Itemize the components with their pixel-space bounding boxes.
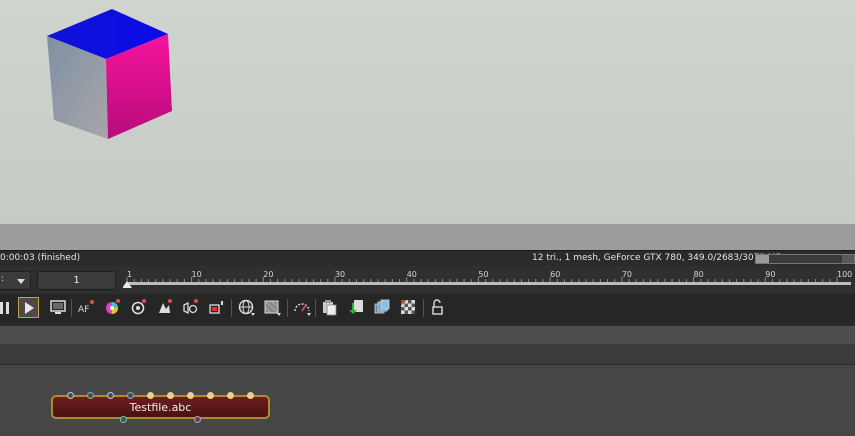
monitor-icon[interactable] — [48, 297, 68, 317]
node-input-port[interactable] — [87, 392, 94, 399]
render-icon[interactable] — [206, 297, 226, 317]
render-toolbar: AF — [0, 294, 855, 322]
timeline-tick-label: 20 — [263, 270, 273, 279]
checker-icon[interactable] — [398, 297, 418, 317]
play-button[interactable] — [18, 297, 39, 318]
timeline-tick-label: 40 — [407, 270, 417, 279]
af-icon[interactable]: AF — [76, 297, 96, 317]
alembic-node[interactable]: Testfile.abc — [51, 395, 270, 419]
timeline-tick-label: 90 — [765, 270, 775, 279]
gpu-memory-meter-end — [842, 255, 854, 263]
timeline-scrubber[interactable]: 1 10 20 30 40 50 60 70 80 90 100 — [122, 266, 855, 294]
download-icon[interactable] — [346, 297, 366, 317]
timeline-tick-label: 1 — [127, 270, 132, 279]
node-input-port[interactable] — [147, 392, 154, 399]
node-input-port[interactable] — [107, 392, 114, 399]
node-label: Testfile.abc — [129, 401, 192, 414]
camera-icon[interactable] — [128, 297, 148, 317]
render-viewport[interactable] — [0, 0, 855, 224]
node-input-port[interactable] — [127, 392, 134, 399]
status-bar: 0:00:03 (finished) 12 tri., 1 mesh, GeFo… — [0, 250, 855, 266]
timeline-ruler: 1 10 20 30 40 50 60 70 80 90 100 — [122, 270, 852, 288]
pause-icon-bar — [6, 302, 9, 314]
timeline-tick-label: 10 — [192, 270, 202, 279]
node-graph-toolbar — [0, 344, 855, 365]
texture-icon[interactable] — [262, 297, 282, 317]
node-input-port[interactable] — [67, 392, 74, 399]
node-input-port[interactable] — [167, 392, 174, 399]
svg-text:AF: AF — [78, 305, 89, 315]
panel-header — [0, 326, 855, 344]
timeline-track — [127, 282, 851, 285]
node-input-port[interactable] — [247, 392, 254, 399]
material-icon[interactable] — [180, 297, 200, 317]
pause-icon[interactable] — [0, 302, 3, 314]
cube-render — [47, 9, 172, 139]
gpu-memory-meter-fill — [756, 255, 769, 263]
play-icon — [25, 302, 34, 314]
timeline-tick-label: 100 — [837, 270, 852, 279]
scene-stats-text: 12 tri., 1 mesh, GeForce GTX 780, 349.0/… — [532, 253, 782, 263]
node-input-port[interactable] — [207, 392, 214, 399]
node-input-port[interactable] — [187, 392, 194, 399]
color-wheel-icon[interactable] — [102, 297, 122, 317]
timeline-tick-label: 50 — [478, 270, 488, 279]
speedometer-icon[interactable] — [292, 297, 312, 317]
globe-icon[interactable] — [236, 297, 256, 317]
timeline-tick-label: 80 — [694, 270, 704, 279]
timeline-tick-label: 70 — [622, 270, 632, 279]
timeline-tick-label: 30 — [335, 270, 345, 279]
node-output-port[interactable] — [194, 416, 201, 423]
layers-icon[interactable] — [372, 297, 392, 317]
timeline-tick-label: 60 — [550, 270, 560, 279]
light-icon[interactable] — [154, 297, 174, 317]
toolbar-separator — [231, 299, 232, 317]
node-output-port[interactable] — [120, 416, 127, 423]
camera-select-value: : — [1, 274, 5, 284]
lock-icon[interactable] — [428, 297, 448, 317]
viewport-ground-plane — [0, 224, 855, 250]
camera-select[interactable]: : — [0, 271, 31, 290]
chevron-down-icon — [17, 279, 25, 284]
toolbar-separator — [71, 299, 72, 317]
toolbar-separator — [423, 299, 424, 317]
clipboard-icon[interactable] — [320, 297, 340, 317]
gpu-memory-meter — [755, 254, 855, 264]
toolbar-separator — [287, 299, 288, 317]
toolbar-separator — [315, 299, 316, 317]
current-frame-input[interactable]: 1 — [37, 271, 116, 290]
node-input-port[interactable] — [227, 392, 234, 399]
render-status-text: 0:00:03 (finished) — [0, 253, 81, 263]
